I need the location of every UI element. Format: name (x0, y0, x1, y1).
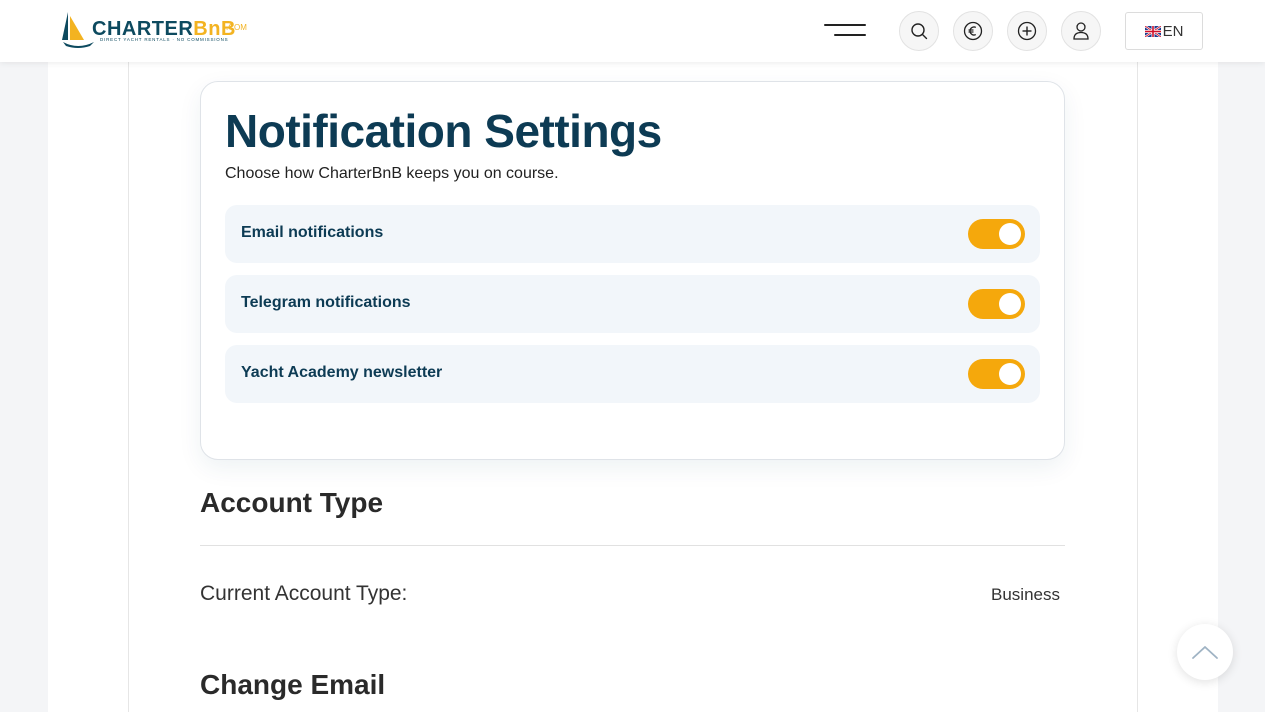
toggle-knob (999, 223, 1021, 245)
euro-icon (963, 21, 983, 41)
telegram-notifications-row[interactable]: Telegram notifications (225, 275, 1040, 333)
email-notifications-row[interactable]: Email notifications (225, 205, 1040, 263)
notification-settings-subtitle: Choose how CharterBnB keeps you on cours… (225, 165, 559, 182)
add-listing-button[interactable] (1007, 11, 1047, 51)
hamburger-menu-icon[interactable] (824, 22, 866, 40)
language-selector[interactable]: EN (1125, 12, 1203, 50)
hamburger-line-top (824, 24, 866, 26)
chevron-up-icon (1192, 646, 1218, 659)
logo-tagline: DIRECT YACHT RENTALS · NO COMMISSIONS (100, 37, 229, 42)
change-email-title: Change Email (200, 669, 386, 700)
uk-flag-icon (1144, 25, 1161, 37)
search-icon (911, 23, 928, 40)
plus-circle-icon (1017, 21, 1037, 41)
newsletter-toggle[interactable] (968, 359, 1025, 389)
toggle-knob (999, 363, 1021, 385)
telegram-notifications-toggle[interactable] (968, 289, 1025, 319)
charterbnb-logo[interactable]: CHARTERBnB .COM DIRECT YACHT RENTALS · N… (62, 10, 252, 50)
account-type-title: Account Type (200, 487, 384, 518)
site-header: CHARTERBnB .COM DIRECT YACHT RENTALS · N… (0, 0, 1265, 62)
telegram-notifications-label: Telegram notifications (241, 294, 411, 311)
email-notifications-toggle[interactable] (968, 219, 1025, 249)
user-account-button[interactable] (1061, 11, 1101, 51)
toggle-knob (999, 293, 1021, 315)
currency-button[interactable] (953, 11, 993, 51)
hamburger-line-bottom (834, 34, 866, 36)
newsletter-label: Yacht Academy newsletter (241, 364, 443, 381)
current-account-type-label: Current Account Type: (200, 582, 408, 605)
newsletter-row[interactable]: Yacht Academy newsletter (225, 345, 1040, 403)
logo-domain-suffix: .COM (226, 23, 247, 32)
section-divider (200, 545, 1065, 546)
search-button[interactable] (899, 11, 939, 51)
notification-settings-title: Notification Settings (225, 105, 662, 157)
email-notifications-label: Email notifications (241, 224, 384, 241)
user-icon (1073, 22, 1089, 40)
language-label: EN (1162, 22, 1184, 40)
current-account-type-value: Business (991, 585, 1060, 604)
notification-settings-card: Notification Settings Choose how Charter… (200, 81, 1065, 460)
scroll-to-top-button[interactable] (1177, 624, 1233, 680)
